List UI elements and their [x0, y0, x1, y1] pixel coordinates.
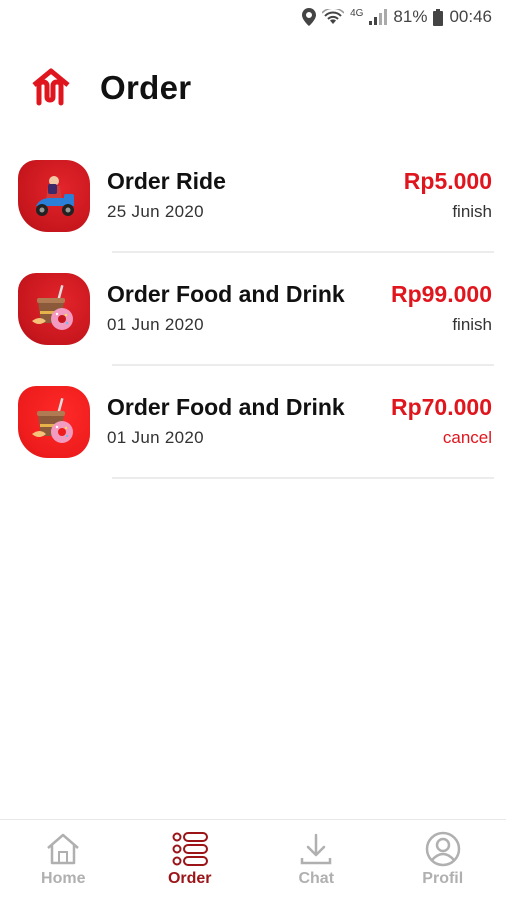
wifi-icon — [322, 9, 345, 25]
battery-icon — [433, 8, 444, 26]
app-logo-icon — [30, 67, 72, 109]
page-header: Order — [30, 62, 191, 114]
home-icon — [43, 830, 83, 868]
divider — [112, 251, 494, 253]
order-status: finish — [452, 202, 492, 221]
nav-item-home[interactable]: Home — [0, 820, 127, 900]
signal-icon — [369, 9, 388, 25]
status-bar: 4G 81% 00:46 — [0, 0, 506, 34]
order-price: Rp70.000 — [390, 394, 492, 420]
order-list: Order Ride 25 Jun 2020 Rp5.000 finish Or… — [0, 150, 506, 489]
nav-item-order[interactable]: Order — [127, 820, 254, 900]
page-title: Order — [100, 69, 192, 106]
nav-label: Home — [41, 870, 86, 887]
order-status: finish — [452, 315, 492, 334]
scooter-ride-icon — [18, 160, 90, 232]
bottom-nav: Home Order Chat Profil — [0, 819, 506, 900]
divider — [112, 364, 494, 366]
food-drink-icon — [18, 386, 90, 458]
order-name: Order Food and Drink — [107, 394, 345, 420]
nav-label: Chat — [298, 870, 335, 887]
order-price: Rp5.000 — [403, 168, 492, 194]
nav-label: Order — [167, 870, 212, 887]
network-type: 4G — [350, 7, 364, 19]
food-drink-icon — [18, 273, 90, 345]
nav-item-chat[interactable]: Chat — [253, 820, 380, 900]
order-name: Order Ride — [107, 168, 226, 194]
download-icon — [296, 830, 336, 868]
order-price: Rp99.000 — [390, 281, 492, 307]
profile-icon — [423, 830, 463, 868]
battery-percent: 81% — [393, 7, 428, 26]
order-status: cancel — [442, 428, 492, 447]
order-name: Order Food and Drink — [107, 281, 345, 307]
order-date: 01 Jun 2020 — [107, 428, 204, 447]
divider — [112, 477, 494, 479]
nav-item-profil[interactable]: Profil — [380, 820, 506, 900]
order-item[interactable]: Order Food and Drink 01 Jun 2020 Rp99.00… — [0, 263, 506, 376]
order-date: 01 Jun 2020 — [107, 315, 204, 334]
location-icon — [302, 8, 317, 26]
order-item[interactable]: Order Food and Drink 01 Jun 2020 Rp70.00… — [0, 376, 506, 489]
nav-label: Profil — [422, 870, 464, 887]
order-list-icon — [170, 830, 210, 868]
order-item[interactable]: Order Ride 25 Jun 2020 Rp5.000 finish — [0, 150, 506, 263]
order-date: 25 Jun 2020 — [107, 202, 204, 221]
clock: 00:46 — [449, 7, 492, 26]
